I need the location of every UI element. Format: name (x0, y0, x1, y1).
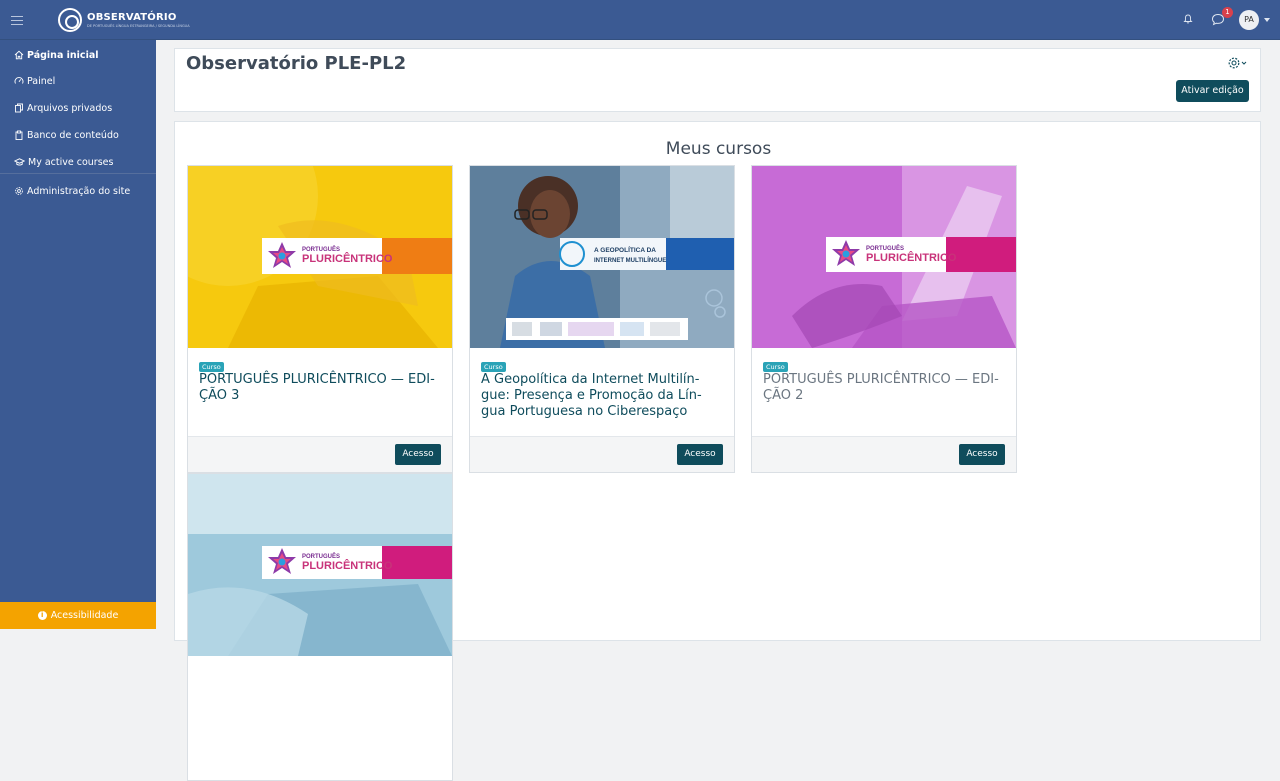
course-title[interactable]: PORTUGUÊS PLURICÊNTRICO — EDI-ÇÃO 2 (763, 372, 1003, 404)
course-image[interactable]: PORTUGUÊS PLURICÊNTRICO (188, 166, 452, 348)
access-button[interactable]: Acesso (677, 444, 723, 465)
sidebar-item-site-admin[interactable]: Administração do site (14, 182, 130, 200)
course-title[interactable]: PORTUGUÊS PLURICÊNTRICO — EDI-ÇÃO 3 (199, 372, 439, 404)
gear-icon (15, 187, 23, 195)
left-drawer: Página inicial Painel Arquivos privados … (0, 40, 156, 629)
banner-top-text: PORTUGUÊS (302, 245, 340, 253)
course-card-footer: Acesso (470, 436, 734, 472)
banner-main-text: INTERNET MULTILÍNGUE (594, 256, 666, 264)
course-card[interactable]: A GEOPOLÍTICA DA INTERNET MULTILÍNGUE Cu… (469, 165, 735, 473)
settings-menu-icon[interactable] (1227, 56, 1247, 70)
enable-editing-button[interactable]: Ativar edição (1176, 80, 1249, 102)
sidebar-item-label: Arquivos privados (27, 102, 113, 114)
user-avatar[interactable]: PA (1239, 10, 1259, 30)
sidebar-item-label: Página inicial (27, 49, 99, 61)
page-header: Observatório PLE-PL2 Ativar edição (174, 48, 1261, 112)
access-button[interactable]: Acesso (959, 444, 1005, 465)
course-card-footer: Acesso (188, 436, 452, 472)
course-image[interactable]: A GEOPOLÍTICA DA INTERNET MULTILÍNGUE (470, 166, 734, 348)
info-icon: i (37, 611, 47, 620)
site-name[interactable]: OBSERVATÓRIO (87, 12, 177, 23)
sidebar-item-content-bank[interactable]: Banco de conteúdo (14, 126, 119, 144)
banner-main-text: PLURICÊNTRICO (866, 251, 957, 264)
graduation-cap-icon (14, 158, 25, 166)
accessibility-label: Acessibilidade (50, 610, 119, 621)
banner-top-text: PORTUGUÊS (866, 244, 904, 252)
sidebar-item-active-courses[interactable]: My active courses (14, 153, 113, 171)
page-title: Observatório PLE-PL2 (186, 53, 407, 74)
notification-bell-icon[interactable] (1183, 14, 1193, 24)
site-tagline: DE PORTUGUÊS LÍNGUA ESTRANGEIRA / SEGUND… (87, 24, 190, 28)
observatorio-logo-icon[interactable] (58, 8, 82, 32)
my-courses-heading: Meus cursos (665, 139, 772, 159)
sidebar-item-label: My active courses (28, 156, 114, 168)
banner-top-text: PORTUGUÊS (302, 552, 340, 560)
course-card[interactable]: PORTUGUÊS PLURICÊNTRICO (187, 473, 453, 781)
sidebar-item-private-files[interactable]: Arquivos privados (14, 99, 112, 117)
menu-toggle-icon[interactable] (11, 16, 23, 25)
banner-top-text: A GEOPOLÍTICA DA (594, 245, 656, 254)
sidebar-divider (0, 173, 156, 174)
files-icon (15, 103, 23, 113)
sidebar-item-dashboard[interactable]: Painel (14, 72, 55, 90)
course-type-badge: Curso (763, 362, 788, 372)
sidebar-item-label: Administração do site (27, 185, 131, 197)
banner-main-text: PLURICÊNTRICO (302, 559, 393, 572)
dashboard-icon (14, 77, 24, 84)
main-content: Meus cursos PORTUGUÊS PLURICÊNTRICO Curs… (174, 121, 1261, 781)
course-card-footer: Acesso (752, 436, 1016, 472)
accessibility-button[interactable]: i Acessibilidade (0, 602, 156, 629)
course-card[interactable]: PORTUGUÊS PLURICÊNTRICO Curso PORTUGUÊS … (187, 165, 453, 473)
clipboard-icon (15, 130, 23, 140)
course-image[interactable]: PORTUGUÊS PLURICÊNTRICO (752, 166, 1016, 348)
top-navbar: OBSERVATÓRIO DE PORTUGUÊS LÍNGUA ESTRANG… (0, 0, 1280, 40)
course-title[interactable]: A Geopolítica da Internet Multilín-gue: … (481, 372, 721, 420)
course-card[interactable]: PORTUGUÊS PLURICÊNTRICO Curso PORTUGUÊS … (751, 165, 1017, 473)
course-type-badge: Curso (481, 362, 506, 372)
sidebar-item-label: Painel (27, 75, 56, 87)
page-scrollbar[interactable] (1270, 40, 1280, 629)
banner-main-text: PLURICÊNTRICO (302, 252, 393, 265)
sidebar-item-label: Banco de conteúdo (27, 129, 119, 141)
home-icon (14, 50, 24, 60)
course-type-badge: Curso (199, 362, 224, 372)
message-count-badge: 1 (1222, 7, 1233, 18)
user-menu-caret-icon[interactable] (1264, 18, 1270, 22)
access-button[interactable]: Acesso (395, 444, 441, 465)
sidebar-item-home[interactable]: Página inicial (14, 46, 99, 64)
